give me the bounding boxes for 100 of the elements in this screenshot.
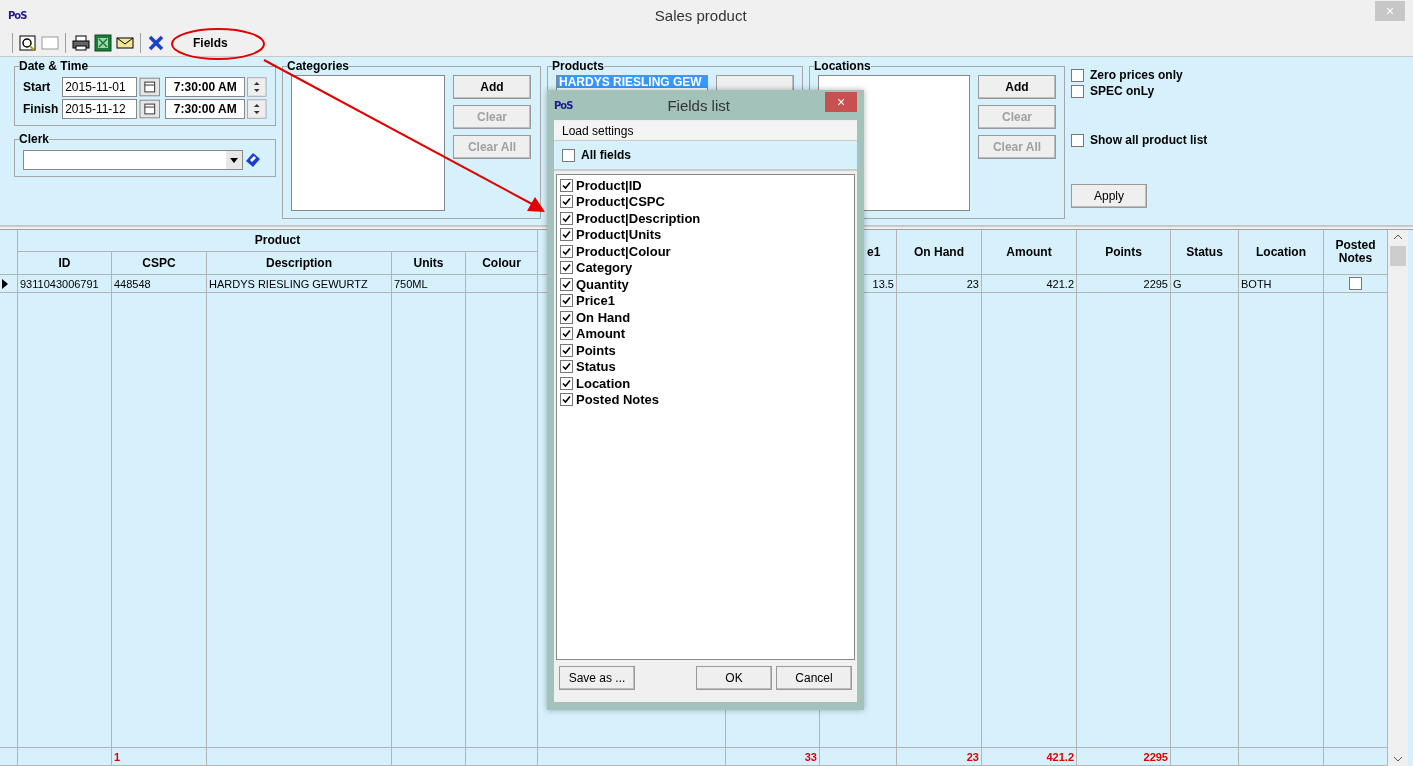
field-label: Finish xyxy=(23,102,60,116)
apply-button[interactable]: Apply xyxy=(1071,184,1147,208)
total-cell: 421.2 xyxy=(982,748,1077,766)
date-field[interactable]: 2015-11-12 xyxy=(62,99,137,119)
field-label: Points xyxy=(576,342,616,358)
table-corner xyxy=(0,230,18,275)
column-header[interactable]: ID xyxy=(18,252,112,275)
close-button[interactable]: × xyxy=(825,92,857,112)
column-group-header: Product xyxy=(18,230,538,252)
spinner-icon[interactable] xyxy=(247,99,267,119)
field-label: Posted Notes xyxy=(576,392,660,408)
total-cell: 2295 xyxy=(1077,748,1171,766)
total-cell: 33 xyxy=(726,748,820,766)
table-cell: 23 xyxy=(897,275,982,293)
checkbox[interactable] xyxy=(560,211,573,225)
checkbox[interactable] xyxy=(560,393,573,407)
checkbox[interactable] xyxy=(560,327,573,341)
checkbox[interactable] xyxy=(560,277,573,291)
printer-icon[interactable] xyxy=(72,34,90,52)
field-label: Price1 xyxy=(576,293,616,309)
book-icon[interactable] xyxy=(245,152,261,168)
group-title: Locations xyxy=(814,59,871,73)
save-as-button[interactable]: Save as ... xyxy=(559,666,635,690)
field-label: Category xyxy=(576,260,633,276)
total-cell: 1 xyxy=(112,748,207,766)
current-row-icon xyxy=(2,278,8,289)
list-box[interactable] xyxy=(291,75,445,211)
option-label: Show all product list xyxy=(1090,133,1208,147)
checkbox[interactable] xyxy=(560,343,573,357)
field-label: On Hand xyxy=(576,309,631,325)
app-logo: PoS xyxy=(8,9,27,21)
list-button[interactable]: Add xyxy=(453,75,531,99)
dialog-title: Fields list xyxy=(666,96,731,114)
checkbox[interactable] xyxy=(560,178,573,192)
calendar-icon[interactable] xyxy=(138,77,161,97)
ok-button[interactable]: OK xyxy=(696,666,772,690)
checkbox[interactable] xyxy=(1071,133,1084,147)
checkbox[interactable] xyxy=(560,376,573,390)
field-label: Start xyxy=(23,80,52,94)
field-label: Product|Units xyxy=(576,227,662,243)
checkbox[interactable] xyxy=(560,244,573,258)
total-cell: 23 xyxy=(897,748,982,766)
column-header[interactable]: Status xyxy=(1171,230,1239,275)
total-cell xyxy=(1171,748,1239,766)
checkbox[interactable] xyxy=(1349,277,1362,290)
field-label: Status xyxy=(576,359,616,375)
field-label: Amount xyxy=(576,326,626,342)
calendar-icon[interactable] xyxy=(138,99,161,119)
envelope-icon[interactable] xyxy=(116,34,134,52)
checkbox[interactable] xyxy=(1071,68,1084,82)
table-cell: 2295 xyxy=(1077,275,1171,293)
preview-icon[interactable] xyxy=(19,34,37,52)
checkbox[interactable] xyxy=(560,261,573,275)
option-label: SPEC onLy xyxy=(1090,84,1155,98)
column-header[interactable]: Points xyxy=(1077,230,1171,275)
spreadsheet-icon[interactable] xyxy=(94,34,112,52)
option-label: Zero prices only xyxy=(1090,68,1183,82)
table-cell: 9311043006791 xyxy=(18,275,112,293)
checkbox[interactable] xyxy=(560,310,573,324)
window-title: Sales product xyxy=(653,6,748,24)
group-title: Date & Time xyxy=(19,59,89,73)
table-cell: G xyxy=(1171,275,1239,293)
scrollbar[interactable] xyxy=(1388,230,1408,766)
field-label: Product|ID xyxy=(576,177,642,193)
checkbox[interactable] xyxy=(562,148,575,162)
checkbox[interactable] xyxy=(560,360,573,374)
checkbox[interactable] xyxy=(560,228,573,242)
group-title: Products xyxy=(552,59,604,73)
checkbox[interactable] xyxy=(560,294,573,308)
scroll-thumb[interactable] xyxy=(1390,246,1406,266)
list-button[interactable]: Add xyxy=(978,75,1056,99)
column-header[interactable]: Location xyxy=(1239,230,1324,275)
cancel-button[interactable]: Cancel xyxy=(776,666,852,690)
group-title: Categories xyxy=(287,59,350,73)
column-header[interactable]: Description xyxy=(207,252,392,275)
checkbox-label: All fields xyxy=(581,148,631,162)
table-cell: HARDYS RIESLING GEWURTZ xyxy=(207,275,392,293)
close-icon[interactable] xyxy=(147,34,165,52)
field-label: Quantity xyxy=(576,276,629,292)
table-cell: 421.2 xyxy=(982,275,1077,293)
column-header[interactable]: CSPC xyxy=(112,252,207,275)
row-header[interactable] xyxy=(0,275,18,293)
checkbox[interactable] xyxy=(560,195,573,209)
table-cell: 448548 xyxy=(112,275,207,293)
group-title: Clerk xyxy=(19,132,50,146)
date-field[interactable]: 2015-11-01 xyxy=(62,77,137,97)
load-settings-menu[interactable]: Load settings xyxy=(554,122,857,141)
time-field[interactable]: 7:30:00 AM xyxy=(165,99,246,119)
field-label: Product|Colour xyxy=(576,243,671,259)
app-logo: PoS xyxy=(554,99,573,111)
column-header[interactable]: Amount xyxy=(982,230,1077,275)
fields-button[interactable]: Fields xyxy=(177,34,244,52)
spinner-icon[interactable] xyxy=(247,77,267,97)
checkbox[interactable] xyxy=(1071,84,1084,98)
field-label: Product|CSPC xyxy=(576,194,665,210)
column-header[interactable]: On Hand xyxy=(897,230,982,275)
field-label: Location xyxy=(576,375,631,391)
column-header[interactable]: Colour xyxy=(466,252,538,275)
time-field[interactable]: 7:30:00 AM xyxy=(165,77,246,97)
column-header[interactable]: Units xyxy=(392,252,466,275)
